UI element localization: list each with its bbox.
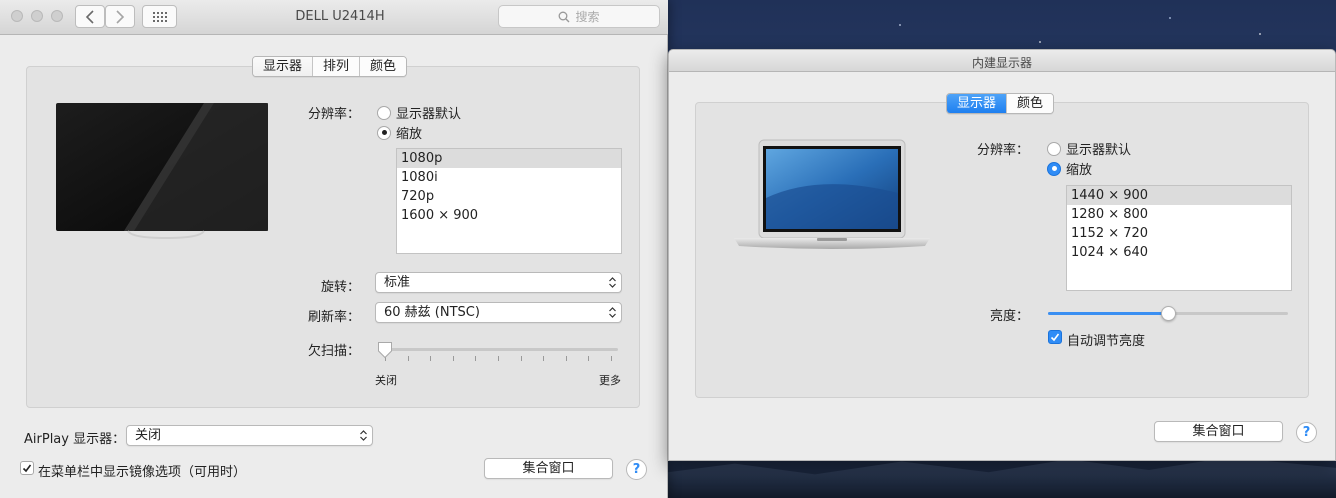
window-titlebar: DELL U2414H 搜索: [0, 0, 668, 35]
tab-bar: 显示器 颜色: [946, 93, 1055, 114]
rotation-value: 标准: [384, 275, 411, 290]
slider-tick: [430, 356, 432, 361]
grid-icon: [152, 11, 167, 22]
window-title: DELL U2414H: [295, 9, 385, 24]
refresh-rate-label: 刷新率：: [307, 310, 360, 325]
underscan-label: 欠扫描：: [307, 344, 360, 359]
airplay-select[interactable]: 关闭: [126, 425, 373, 446]
resolution-scaled-radio[interactable]: 缩放: [1047, 159, 1092, 178]
checkmark-icon: [22, 464, 32, 473]
resolution-list[interactable]: 1440 × 900 1280 × 800 1152 × 720 1024 × …: [1066, 185, 1292, 291]
radio-label: 显示器默认: [396, 107, 462, 122]
airplay-label: AirPlay 显示器：: [24, 432, 126, 447]
slider-tick: [543, 356, 545, 361]
tab-arrangement[interactable]: 排列: [313, 57, 361, 76]
slider-tick: [407, 356, 409, 361]
zoom-button[interactable]: [51, 10, 63, 22]
minimize-button[interactable]: [31, 10, 43, 22]
display-prefs-window-external: DELL U2414H 搜索 显示器 排列 颜色 分辨率： 显示器默认 缩放 1: [0, 0, 668, 498]
resolution-list[interactable]: 1080p 1080i 720p 1600 × 900: [396, 148, 622, 254]
gather-windows-button[interactable]: 集合窗口: [1154, 421, 1283, 442]
radio-button: [377, 125, 391, 140]
resolution-default-radio[interactable]: 显示器默认: [1047, 139, 1131, 158]
chevron-left-icon: [85, 9, 94, 24]
tab-display[interactable]: 显示器: [947, 94, 1008, 113]
updown-chevron-icon: [360, 430, 367, 441]
rotation-select[interactable]: 标准: [375, 272, 622, 293]
radio-label: 缩放: [1066, 163, 1093, 178]
slider-tick: [475, 356, 477, 361]
brightness-label: 亮度：: [989, 309, 1029, 324]
radio-label: 缩放: [396, 127, 423, 142]
resolution-label: 分辨率：: [976, 143, 1029, 158]
forward-button[interactable]: [105, 5, 135, 28]
brightness-slider-thumb[interactable]: [1161, 306, 1176, 321]
search-placeholder: 搜索: [575, 10, 600, 24]
resolution-scaled-radio[interactable]: 缩放: [377, 123, 422, 142]
radio-button: [1047, 161, 1061, 176]
close-button[interactable]: [11, 10, 23, 22]
slider-tick: [611, 356, 612, 361]
updown-chevron-icon: [609, 277, 616, 288]
slider-tick: [498, 356, 499, 361]
back-button[interactable]: [75, 5, 105, 28]
auto-brightness-checkbox[interactable]: [1048, 330, 1062, 344]
macbook-image: [734, 139, 930, 249]
help-button[interactable]: ?: [626, 459, 647, 480]
list-item[interactable]: 1152 × 720: [1067, 224, 1291, 243]
tab-bar: 显示器 排列 颜色: [252, 56, 408, 77]
list-item[interactable]: 1440 × 900: [1067, 186, 1291, 205]
tab-color[interactable]: 颜色: [1007, 94, 1054, 113]
refresh-rate-value: 60 赫兹 (NTSC): [384, 305, 480, 320]
list-item[interactable]: 1024 × 640: [1067, 243, 1291, 262]
list-item[interactable]: 720p: [397, 187, 621, 206]
mirror-options-label: 在菜单栏中显示镜像选项（可用时）: [38, 465, 247, 480]
resolution-default-radio[interactable]: 显示器默认: [377, 103, 461, 122]
display-prefs-window-builtin: 内建显示器 显示器 颜色 分辨率： 显示器默认 缩放 1440 × 900 12…: [668, 49, 1336, 461]
slider-tick: [588, 356, 590, 361]
tab-display[interactable]: 显示器: [253, 57, 314, 76]
radio-button: [377, 105, 391, 120]
auto-brightness-label: 自动调节亮度: [1067, 334, 1146, 349]
gather-windows-button[interactable]: 集合窗口: [484, 458, 613, 479]
radio-label: 显示器默认: [1066, 143, 1132, 158]
tab-color[interactable]: 颜色: [360, 57, 407, 76]
radio-button: [1047, 141, 1061, 156]
chevron-right-icon: [116, 9, 125, 24]
window-title: 内建显示器: [971, 56, 1032, 70]
rotation-label: 旋转：: [320, 280, 360, 295]
list-item[interactable]: 1280 × 800: [1067, 205, 1291, 224]
underscan-max-label: 更多: [599, 374, 621, 387]
list-item[interactable]: 1080p: [397, 149, 621, 168]
checkmark-icon: [1050, 333, 1060, 342]
slider-tick: [565, 356, 567, 361]
airplay-value: 关闭: [135, 428, 162, 443]
list-item[interactable]: 1600 × 900: [397, 206, 621, 225]
external-monitor-image: [56, 103, 268, 240]
slider-tick: [452, 356, 454, 361]
resolution-label: 分辨率：: [307, 107, 360, 122]
underscan-slider[interactable]: [378, 348, 618, 351]
underscan-slider-thumb[interactable]: [377, 341, 393, 359]
list-item[interactable]: 1080i: [397, 168, 621, 187]
brightness-slider-fill: [1048, 312, 1168, 315]
underscan-min-label: 关闭: [375, 374, 397, 387]
refresh-rate-select[interactable]: 60 赫兹 (NTSC): [375, 302, 622, 323]
slider-tick: [520, 356, 522, 361]
mirror-options-checkbox[interactable]: [20, 461, 34, 475]
help-button[interactable]: ?: [1296, 422, 1317, 443]
search-icon: [559, 11, 570, 22]
show-all-button[interactable]: [142, 5, 177, 28]
updown-chevron-icon: [609, 307, 616, 318]
search-input[interactable]: 搜索: [498, 5, 660, 28]
window-titlebar: 内建显示器: [669, 50, 1335, 72]
